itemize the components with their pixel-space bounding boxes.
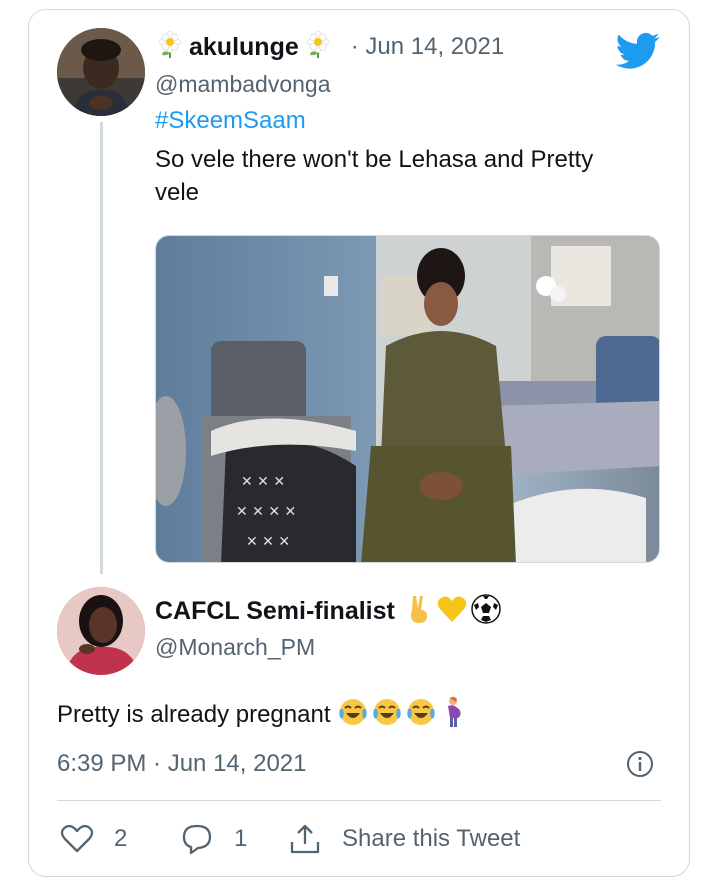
tweet-date[interactable]: · Jun 14, 2021 — [351, 33, 504, 61]
svg-text:✕ ✕ ✕ ✕: ✕ ✕ ✕ ✕ — [236, 504, 296, 520]
twitter-logo-icon[interactable] — [615, 32, 660, 70]
divider — [57, 800, 661, 801]
share-button[interactable]: Share this Tweet — [288, 821, 520, 857]
tweet-text: Pretty is already pregnant — [57, 700, 331, 728]
svg-text:✕ ✕ ✕: ✕ ✕ ✕ — [241, 474, 285, 490]
display-name[interactable]: CAFCL Semi-finalist — [155, 597, 395, 626]
user-handle[interactable]: @Monarch_PM — [155, 634, 315, 661]
reply-bubble-icon — [180, 823, 214, 855]
heart-icon — [60, 824, 94, 854]
display-name[interactable]: akulunge — [189, 33, 299, 62]
pregnant-woman-icon — [442, 696, 466, 733]
tears-of-joy-icon — [372, 697, 402, 732]
share-label: Share this Tweet — [342, 825, 521, 852]
flower-icon — [157, 30, 183, 64]
thread-line — [100, 122, 103, 574]
quoted-author[interactable]: akulunge · Jun 14, 2021 — [157, 30, 504, 64]
tweet-timestamp[interactable]: 6:39 PM · Jun 14, 2021 — [57, 750, 307, 778]
avatar[interactable] — [57, 587, 145, 675]
svg-text:✕ ✕ ✕: ✕ ✕ ✕ — [246, 534, 290, 550]
soccer-ball-icon — [471, 593, 501, 629]
tears-of-joy-icon — [406, 697, 436, 732]
tweet-image[interactable]: ✕ ✕ ✕ ✕ ✕ ✕ ✕ ✕ ✕ ✕ — [155, 235, 660, 563]
like-button[interactable]: 2 — [60, 822, 127, 856]
tweet-text: So vele there won't be Lehasa and Pretty… — [155, 146, 594, 206]
like-count: 2 — [114, 825, 128, 852]
avatar[interactable] — [57, 28, 145, 116]
user-handle[interactable]: @mambadvonga — [155, 71, 331, 98]
flower-icon — [305, 30, 331, 64]
tears-of-joy-icon — [338, 697, 368, 732]
info-icon[interactable] — [626, 750, 654, 778]
victory-hand-icon — [405, 594, 433, 629]
hashtag-link[interactable]: #SkeemSaam — [155, 107, 306, 135]
reply-button[interactable]: 1 — [180, 822, 247, 856]
share-icon — [288, 822, 322, 856]
reply-author[interactable]: CAFCL Semi-finalist — [155, 593, 501, 629]
reply-count: 1 — [234, 825, 248, 852]
yellow-heart-icon — [437, 595, 467, 628]
reply-text-row: Pretty is already pregnant — [57, 696, 466, 733]
